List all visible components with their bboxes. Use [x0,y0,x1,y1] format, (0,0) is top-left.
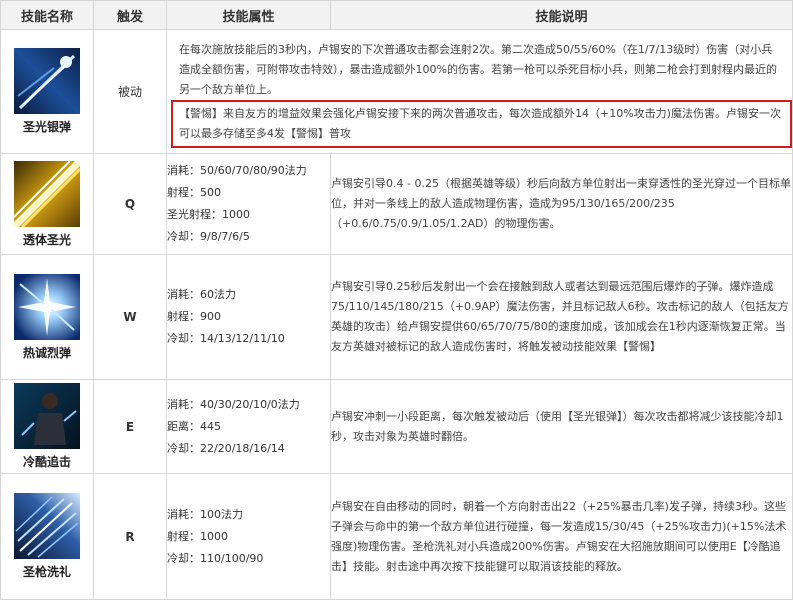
attribute-line: 消耗：100法力 [167,507,243,521]
silver-bullet-icon [14,48,80,114]
attribute-line: 消耗：60法力 [167,288,236,301]
header-trigger: 触发 [93,0,167,30]
attribute-line: 消耗：40/30/20/10/0法力 [167,397,300,411]
skill-name-cell: 圣光银弹 [0,29,94,154]
attribute-line: 冷却：14/13/12/11/10 [167,332,285,345]
skill-name: 圣光银弹 [22,120,71,134]
attribute-line: 冷却：22/20/18/16/14 [167,441,285,455]
relentless-pursuit-icon [14,383,80,449]
skill-attributes: 消耗：60法力 射程：900 冷却：14/13/12/11/10 [166,254,331,380]
skill-attributes: 消耗：40/30/20/10/0法力 距离：445 冷却：22/20/18/16… [166,379,331,474]
skill-trigger: W [93,254,167,380]
skill-description-cell: 在每次施放技能后的3秒内，卢锡安的下次普通攻击都会连射2次。第二次造成50/55… [166,29,793,154]
skill-name-cell: 冷酷追击 [0,379,94,474]
the-culling-icon [14,493,80,559]
skill-name: 透体圣光 [22,232,71,247]
attribute-line: 冷却：110/100/90 [167,551,264,565]
skill-row-e: 冷酷追击 E 消耗：40/30/20/10/0法力 距离：445 冷却：22/2… [0,379,793,474]
skill-table: 技能名称 触发 技能属性 技能说明 圣光银弹 被动 在每次施放技能后的3秒内，卢… [0,0,793,600]
attribute-line: 消耗：50/60/70/80/90法力 [167,164,307,177]
highlight-box: 【警惕】来自友方的增益效果会强化卢锡安接下来的两次普通攻击，每次造成额外14（+… [171,99,792,148]
skill-description: 在每次施放技能后的3秒内，卢锡安的下次普通攻击都会连射2次。第二次造成50/55… [179,42,777,96]
skill-row-r: 圣枪洗礼 R 消耗：100法力 射程：1000 冷却：110/100/90 卢锡… [0,473,793,600]
skill-name-cell: 圣枪洗礼 [0,473,94,600]
attribute-line: 射程：500 [167,186,221,199]
attribute-line: 射程：900 [167,310,221,323]
skill-trigger: R [93,473,167,600]
attribute-line: 圣光射程：1000 [167,208,250,221]
header-row: 技能名称 触发 技能属性 技能说明 [0,0,793,30]
skill-description: 卢锡安在自由移动的同时，朝着一个方向射击出22（+25%暴击几率)发子弹，持续3… [330,473,793,600]
ardent-blaze-icon [14,273,80,340]
skill-trigger: Q [93,153,167,255]
skill-row-passive: 圣光银弹 被动 在每次施放技能后的3秒内，卢锡安的下次普通攻击都会连射2次。第二… [0,29,793,154]
skill-name-cell: 透体圣光 [0,153,94,255]
header-attributes: 技能属性 [166,0,331,30]
attribute-line: 冷却：9/8/7/6/5 [167,230,250,243]
attribute-line: 距离：445 [167,419,221,433]
skill-trigger: 被动 [93,29,167,154]
skill-name: 圣枪洗礼 [22,565,71,579]
header-name: 技能名称 [0,0,94,30]
skill-trigger: E [93,379,167,474]
skill-description: 卢锡安引导0.25秒后发射出一个会在接触到敌人或者达到最远范围后爆炸的子弹。爆炸… [330,254,793,380]
header-description: 技能说明 [330,0,793,30]
skill-name-cell: 热诚烈弹 [0,254,94,380]
skill-row-w: 热诚烈弹 W 消耗：60法力 射程：900 冷却：14/13/12/11/10 … [0,254,793,380]
piercing-light-icon [14,160,80,227]
skill-name: 冷酷追击 [22,455,71,469]
skill-name: 热诚烈弹 [22,345,71,360]
skill-description: 卢锡安冲刺一小段距离，每次触发被动后（使用【圣光银弹】）每次攻击都将减少该技能冷… [330,379,793,474]
skill-attributes: 消耗：50/60/70/80/90法力 射程：500 圣光射程：1000 冷却：… [166,153,331,255]
skill-attributes: 消耗：100法力 射程：1000 冷却：110/100/90 [166,473,331,600]
attribute-line: 射程：1000 [167,529,228,543]
skill-row-q: 透体圣光 Q 消耗：50/60/70/80/90法力 射程：500 圣光射程：1… [0,153,793,255]
skill-description: 卢锡安引导0.4 - 0.25（根据英雄等级）秒后向敌方单位射出一束穿透性的圣光… [330,153,793,255]
